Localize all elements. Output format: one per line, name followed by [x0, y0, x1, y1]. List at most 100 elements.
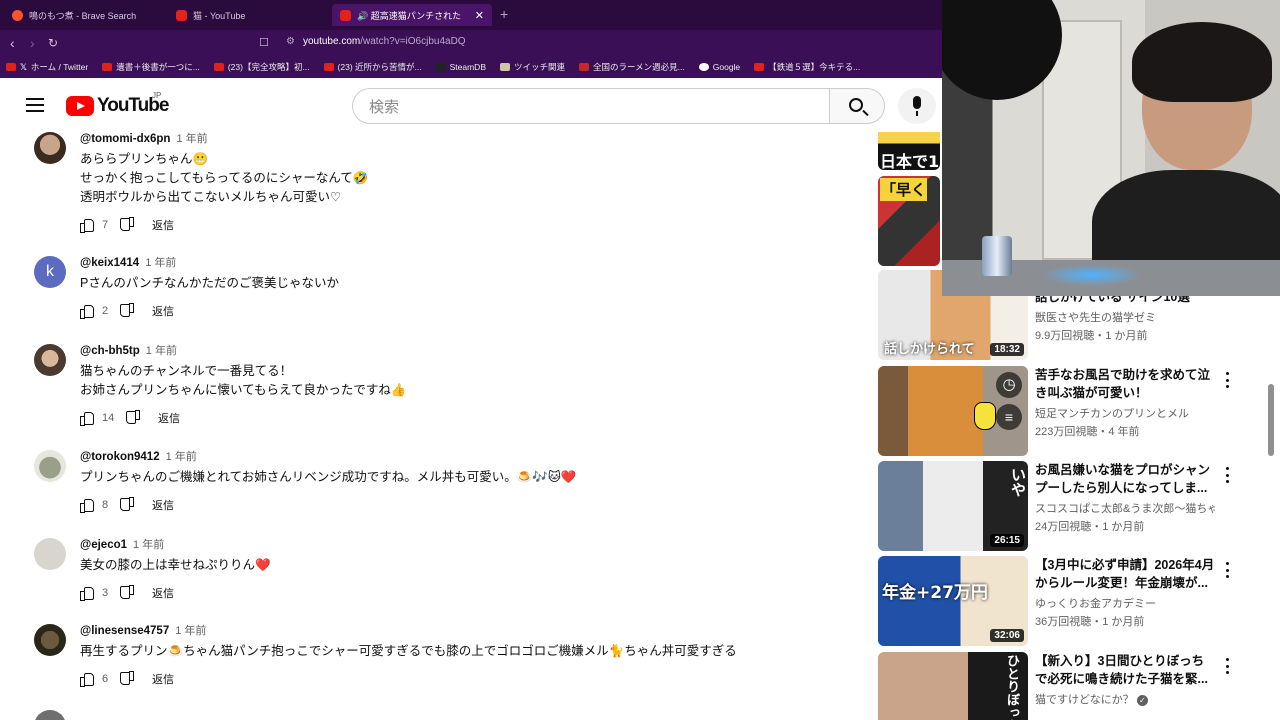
more-options-icon[interactable]: [1226, 658, 1230, 674]
tab-brave-search[interactable]: 鳴のもつ煮 - Brave Search: [4, 4, 169, 26]
bookmark-item[interactable]: 遺書＋後書が一つに...: [102, 61, 200, 73]
channel-name[interactable]: ゆっくりお金アカデミー: [1035, 595, 1215, 611]
bookmark-item[interactable]: 【鉄道５選】今キテる...: [754, 61, 860, 73]
streamer-hair: [1132, 22, 1272, 102]
comment-author[interactable]: @tomomi-dx6pn: [80, 133, 170, 145]
scrollbar[interactable]: [1268, 384, 1274, 456]
video-title[interactable]: 【新入り】3日間ひとりぼっちで必死に鳴き続けた子猫を緊...: [1035, 652, 1215, 688]
dislike-icon[interactable]: [120, 586, 134, 600]
comment-author[interactable]: @ejeco1: [80, 539, 127, 551]
channel-name[interactable]: 猫ですけどなにか？ ✓: [1035, 691, 1215, 707]
dislike-icon[interactable]: [126, 411, 140, 425]
video-thumbnail[interactable]: ◷ ≡: [878, 366, 1028, 456]
comment-author[interactable]: @keix1414: [80, 257, 139, 269]
comment-text: 猫ちゃんのチャンネルで一番見てる！ お姉さんプリンちゃんに懐いてもらえて良かった…: [80, 364, 407, 397]
comment-time[interactable]: 1 年前: [166, 448, 197, 464]
bookmark-page-icon[interactable]: ☐: [259, 36, 269, 49]
like-icon[interactable]: [80, 586, 94, 601]
reply-button[interactable]: 返信: [152, 217, 174, 233]
avatar[interactable]: [34, 344, 66, 376]
avatar[interactable]: [34, 538, 66, 570]
video-thumbnail[interactable]: いや 26:15: [878, 461, 1028, 551]
video-thumbnail[interactable]: 年金+27万円 32:06: [878, 556, 1028, 646]
like-icon[interactable]: [80, 498, 94, 513]
more-options-icon[interactable]: [1226, 467, 1230, 483]
bookmark-item[interactable]: (23)【完全攻略】初...: [213, 61, 310, 73]
youtube-logo[interactable]: YouTube JP: [66, 91, 169, 117]
like-icon[interactable]: [80, 411, 94, 426]
comment-time[interactable]: 1 年前: [175, 622, 206, 638]
bookmark-item[interactable]: 全国のラーメン週必見...: [579, 61, 685, 73]
reply-button[interactable]: 返信: [152, 497, 174, 513]
bookmark-steamdb[interactable]: SteamDB: [435, 62, 486, 72]
menu-icon[interactable]: [26, 98, 44, 112]
channel-name[interactable]: 短足マンチカンのプリンとメル: [1035, 405, 1215, 421]
dislike-icon[interactable]: [120, 672, 134, 686]
channel-name[interactable]: 獣医さや先生の猫学ゼミ: [1035, 309, 1215, 325]
new-tab-icon[interactable]: +: [500, 6, 508, 22]
recommendation-item[interactable]: ◷ ≡ 苦手なお風呂で助けを求めて泣き叫ぶ猫が可愛い！ 短足マンチカンのプリンと…: [878, 366, 1278, 456]
comments-section: @tomomi-dx6pn 1 年前 あららプリンちゃん😬 せっかく抱っこしてもら…: [0, 132, 860, 720]
reply-button[interactable]: 返信: [152, 671, 174, 687]
avatar[interactable]: [34, 450, 66, 482]
comment-time[interactable]: 1 年前: [146, 342, 177, 358]
youtube-icon: [340, 9, 351, 21]
recommendation-item[interactable]: いや 26:15 お風呂嫌いな猫をプロがシャンプーしたら別人になってしま... …: [878, 461, 1278, 551]
folder-icon: [499, 63, 510, 71]
voice-search-icon[interactable]: [898, 88, 936, 124]
avatar[interactable]: [34, 710, 66, 720]
bookmark-google[interactable]: Google: [698, 62, 740, 72]
recommendation-item[interactable]: 年金+27万円 32:06 【3月中に必ず申請】2026年4月からルール変更！年…: [878, 556, 1278, 646]
back-icon[interactable]: ‹: [10, 35, 15, 51]
video-thumbnail[interactable]: 日本で1: [878, 132, 940, 170]
comment-author[interactable]: @linesense4757: [80, 625, 169, 637]
like-icon[interactable]: [80, 672, 94, 687]
close-tab-icon[interactable]: ✕: [475, 9, 484, 22]
comment-time[interactable]: 1 年前: [133, 536, 164, 552]
comment-author[interactable]: @torokon9412: [80, 451, 160, 463]
video-title[interactable]: 【3月中に必ず申請】2026年4月からルール変更！年金崩壊が...: [1035, 556, 1215, 592]
like-icon[interactable]: [80, 218, 94, 233]
watch-later-icon[interactable]: ◷: [996, 372, 1022, 398]
youtube-header: YouTube JP 検索: [0, 80, 942, 132]
video-thumbnail[interactable]: ひとりぼっち: [878, 652, 1028, 720]
site-info-icon[interactable]: ⚙: [286, 36, 295, 47]
forward-icon[interactable]: ›: [30, 35, 35, 51]
pointer-cursor-icon: [974, 402, 996, 430]
channel-name[interactable]: スコスコぱこ太郎&うま次郎〜猫ちゃん...: [1035, 500, 1215, 516]
reply-button[interactable]: 返信: [158, 410, 180, 426]
reply-button[interactable]: 返信: [152, 303, 174, 319]
comment-author[interactable]: @ch-bh5tp: [80, 345, 140, 357]
avatar[interactable]: [34, 624, 66, 656]
bookmark-twitter[interactable]: 𝕏 ホーム / Twitter: [6, 61, 88, 73]
tab-current-video[interactable]: 🔊 超高速猫パンチされた姉がリベン ✕: [332, 4, 492, 26]
recommendation-item[interactable]: ひとりぼっち 【新入り】3日間ひとりぼっちで必死に鳴き続けた子猫を緊... 猫で…: [878, 652, 1278, 720]
tab-youtube-search[interactable]: 猫 - YouTube: [168, 4, 333, 26]
search-icon: [849, 98, 863, 112]
reload-icon[interactable]: ↻: [48, 36, 58, 50]
add-to-queue-icon[interactable]: ≡: [996, 404, 1022, 430]
avatar[interactable]: [34, 132, 66, 164]
more-options-icon[interactable]: [1226, 372, 1230, 388]
bookmark-folder[interactable]: ツイッチ関連: [499, 61, 565, 73]
comment-time[interactable]: 1 年前: [145, 254, 176, 270]
bookmark-item[interactable]: (23) 近所から苦情が...: [323, 61, 422, 73]
bookmark-icon: [102, 63, 113, 71]
url-field[interactable]: ⚙ youtube.com/watch?v=iO6cjbu4aDQ: [286, 36, 466, 47]
dislike-icon[interactable]: [120, 218, 134, 232]
reply-button[interactable]: 返信: [152, 585, 174, 601]
search-input[interactable]: 検索: [352, 88, 830, 124]
youtube-icon: [176, 9, 187, 21]
steam-icon: [435, 63, 446, 71]
drink-can: [982, 236, 1012, 276]
like-icon[interactable]: [80, 304, 94, 319]
video-title[interactable]: お風呂嫌いな猫をプロがシャンプーしたら別人になってしま...: [1035, 461, 1215, 497]
dislike-icon[interactable]: [120, 498, 134, 512]
video-title[interactable]: 苦手なお風呂で助けを求めて泣き叫ぶ猫が可愛い！: [1035, 366, 1215, 402]
avatar[interactable]: k: [34, 256, 66, 288]
search-button[interactable]: [829, 88, 885, 124]
more-options-icon[interactable]: [1226, 562, 1230, 578]
comment-time[interactable]: 1 年前: [176, 132, 207, 146]
video-thumbnail[interactable]: 「早く: [878, 176, 940, 266]
dislike-icon[interactable]: [120, 304, 134, 318]
